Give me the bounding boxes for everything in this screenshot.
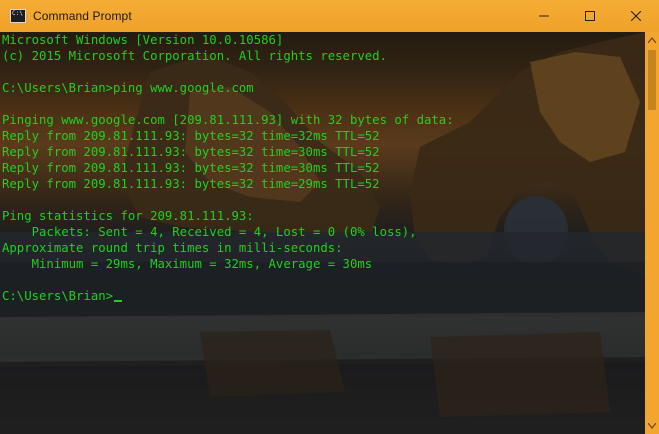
title-bar[interactable]: C:\ Command Prompt xyxy=(0,0,659,32)
close-icon xyxy=(631,11,641,21)
console-line: Microsoft Windows [Version 10.0.10586] xyxy=(2,33,284,47)
console-line: Reply from 209.81.111.93: bytes=32 time=… xyxy=(2,161,380,175)
console-line: Reply from 209.81.111.93: bytes=32 time=… xyxy=(2,177,380,191)
maximize-button[interactable] xyxy=(567,0,613,32)
console-line: Minimum = 29ms, Maximum = 32ms, Average … xyxy=(2,257,373,271)
console-line: (c) 2015 Microsoft Corporation. All righ… xyxy=(2,49,387,63)
console-line: Ping statistics for 209.81.111.93: xyxy=(2,209,254,223)
console-area[interactable]: Microsoft Windows [Version 10.0.10586] (c… xyxy=(0,32,645,434)
console-line: C:\Users\Brian> xyxy=(2,288,454,304)
window-controls xyxy=(521,0,659,32)
vertical-scrollbar[interactable] xyxy=(645,32,659,434)
console-line: Packets: Sent = 4, Received = 4, Lost = … xyxy=(2,225,417,239)
console-line: Pinging www.google.com [209.81.111.93] w… xyxy=(2,113,454,127)
scroll-down-arrow[interactable] xyxy=(645,418,659,434)
scroll-up-arrow[interactable] xyxy=(645,32,659,48)
minimize-button[interactable] xyxy=(521,0,567,32)
scroll-thumb[interactable] xyxy=(648,50,656,110)
chevron-up-icon xyxy=(648,37,656,43)
console-line: Approximate round trip times in milli-se… xyxy=(2,241,343,255)
maximize-icon xyxy=(585,11,595,21)
console-line: Reply from 209.81.111.93: bytes=32 time=… xyxy=(2,129,380,143)
console-output: Microsoft Windows [Version 10.0.10586] (c… xyxy=(2,32,454,304)
console-line: C:\Users\Brian>ping www.google.com xyxy=(2,81,254,95)
minimize-icon xyxy=(539,15,549,17)
cmd-icon-text: C:\ xyxy=(12,10,23,17)
console-line: Reply from 209.81.111.93: bytes=32 time=… xyxy=(2,145,380,159)
cmd-icon[interactable]: C:\ xyxy=(10,9,26,23)
window-title: Command Prompt xyxy=(33,9,132,23)
close-button[interactable] xyxy=(613,0,659,32)
chevron-down-icon xyxy=(648,423,656,429)
command-prompt-window: C:\ Command Prompt Microsoft Windows [Ve… xyxy=(0,0,659,434)
text-cursor xyxy=(114,300,123,302)
